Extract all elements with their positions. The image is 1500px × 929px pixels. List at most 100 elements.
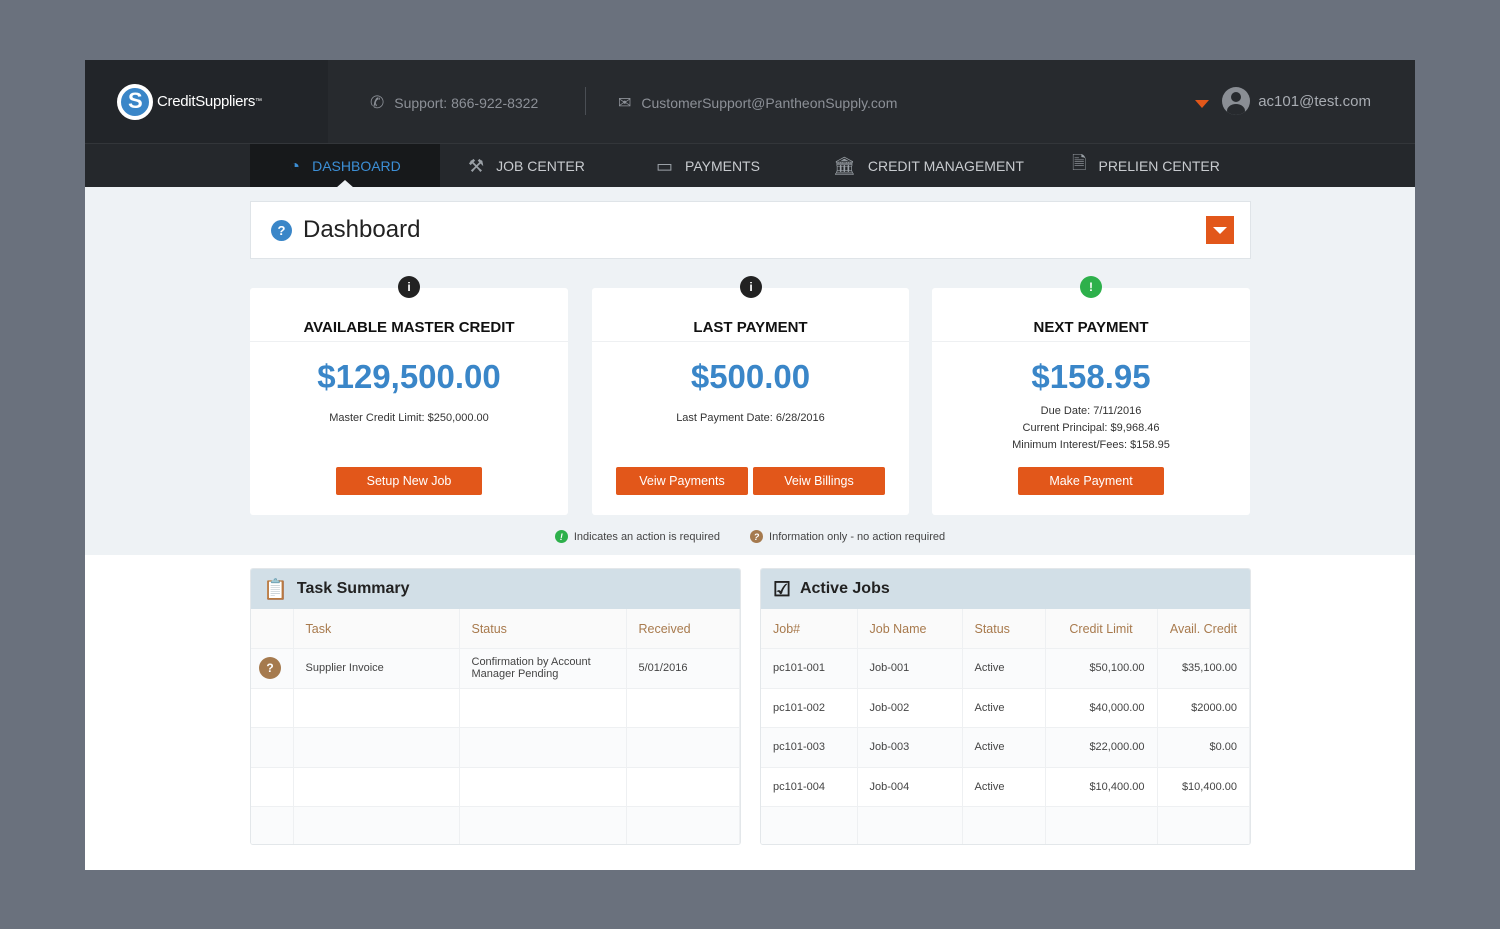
app-window: CreditSuppliers™ ✆Support: 866-922-8322 … (85, 60, 1415, 870)
info-badge-icon: i (740, 276, 762, 298)
task-summary-panel: 📋 Task Summary Task Status Received ? Suppli… (250, 568, 741, 845)
current-principal: Current Principal: $9,968.46 (1022, 422, 1160, 434)
tab-prelien-center[interactable]: 🗎 PRELIEN CENTER (1072, 144, 1220, 188)
job-number[interactable]: pc101-004 (761, 767, 858, 807)
top-bar: CreditSuppliers™ ✆Support: 866-922-8322 … (85, 60, 1415, 143)
page-dropdown-button[interactable] (1206, 216, 1234, 244)
column-header[interactable]: Job# (761, 609, 858, 649)
tab-dashboard[interactable]: ◔ DASHBOARD (250, 144, 440, 188)
job-name: Job-001 (857, 648, 963, 689)
panel-title: Task Summary (296, 580, 410, 597)
status-cell: Confirmation by Account Manager Pending (459, 648, 627, 689)
divider (585, 87, 586, 115)
table-row[interactable]: pc101-001 Job-001 Active $50,100.00 $35,100.… (761, 648, 1250, 689)
job-status: Active (962, 688, 1046, 728)
main-nav: ◔ DASHBOARD ⚒ JOB CENTER ▭ PAYMENTS 🏛 CREDIT… (85, 143, 1415, 188)
speedometer-icon: ◔ (289, 155, 301, 176)
job-status: Active (962, 767, 1046, 807)
card-amount: $129,500.00 (317, 358, 501, 395)
panel-title: Active Jobs (799, 580, 890, 597)
user-menu[interactable]: ac101@test.com (1222, 87, 1371, 115)
job-number[interactable]: pc101-001 (761, 648, 858, 689)
user-email: ac101@test.com (1258, 92, 1371, 110)
table-row[interactable]: pc101-003 Job-003 Active $22,000.00 $0.00 (761, 727, 1250, 768)
support-email[interactable]: ✉ CustomerSupport@PantheonSupply.com (618, 93, 897, 113)
avail-credit: $10,400.00 (1157, 767, 1250, 807)
view-billings-button[interactable]: Veiw Billings (753, 467, 885, 495)
card-detail: Last Payment Date: 6/28/2016 (676, 412, 825, 424)
due-date: Due Date: 7/11/2016 (1040, 405, 1142, 417)
legend-action: Indicates an action is required (573, 530, 721, 543)
table-row[interactable]: ? Supplier Invoice Confirmation by Account… (251, 648, 740, 689)
logo-mark-icon (117, 83, 153, 120)
view-payments-button[interactable]: Veiw Payments (616, 467, 748, 495)
tab-job-center[interactable]: ⚒ JOB CENTER (468, 144, 585, 188)
tab-payments[interactable]: ▭ PAYMENTS (656, 144, 760, 188)
avail-credit: $35,100.00 (1157, 648, 1250, 689)
task-cell: Supplier Invoice (293, 648, 460, 689)
active-jobs-panel: ☑ Active Jobs Job# Job Name Status Credit Li… (760, 568, 1251, 845)
card-detail: Master Credit Limit: $250,000.00 (329, 412, 489, 424)
action-required-icon: ! (554, 530, 568, 543)
setup-new-job-button[interactable]: Setup New Job (336, 467, 482, 495)
legend: ! Indicates an action is required ? Inform… (85, 530, 1415, 543)
logo[interactable]: CreditSuppliers™ (85, 60, 328, 143)
column-header[interactable]: Credit Limit (1045, 609, 1158, 649)
column-header[interactable]: Task (293, 609, 460, 649)
job-name: Job-004 (857, 767, 963, 807)
column-header[interactable]: Status (962, 609, 1046, 649)
info-only-icon: ? (259, 657, 281, 680)
legend-info: Information only - no action required (769, 530, 946, 543)
column-header[interactable]: Received (626, 609, 740, 649)
received-cell: 5/01/2016 (626, 648, 740, 689)
column-header[interactable]: Status (459, 609, 627, 649)
job-number[interactable]: pc101-002 (761, 688, 858, 728)
trademark: ™ (255, 98, 262, 105)
info-only-icon: ? (750, 530, 764, 543)
job-status: Active (962, 727, 1046, 768)
card-amount: $158.95 (1031, 358, 1151, 395)
tab-label: PAYMENTS (685, 158, 760, 174)
action-badge-icon: ! (1080, 276, 1102, 298)
page-header: ? Dashboard (250, 201, 1251, 259)
task-table: Task Status Received ? Supplier Invoice Conf… (251, 609, 740, 844)
support-phone: ✆ Support: 866-922-8322 (370, 93, 538, 113)
tab-label: CREDIT MANAGEMENT (867, 158, 1024, 174)
help-icon[interactable]: ? (271, 219, 292, 241)
tab-label: DASHBOARD (312, 158, 401, 174)
brand-name: CreditSuppliers (157, 93, 256, 110)
bank-icon: 🏛 (833, 155, 856, 176)
column-header[interactable]: Job Name (857, 609, 963, 649)
card-last-payment: i LAST PAYMENT $500.00 Last Payment Date… (592, 276, 909, 515)
phone-icon: ✆ (370, 93, 385, 112)
chevron-down-icon[interactable] (1195, 100, 1209, 108)
credit-limit: $40,000.00 (1045, 688, 1158, 728)
envelope-icon: ✉ (618, 95, 632, 112)
credit-limit: $10,400.00 (1045, 767, 1158, 807)
minimum-interest: Minimum Interest/Fees: $158.95 (1012, 439, 1170, 451)
tools-icon: ⚒ (468, 155, 485, 176)
tab-label: PRELIEN CENTER (1098, 158, 1220, 174)
jobs-table: Job# Job Name Status Credit Limit Avail. Cre… (761, 609, 1250, 844)
credit-limit: $50,100.00 (1045, 648, 1158, 689)
support-email-text: CustomerSupport@PantheonSupply.com (641, 95, 898, 111)
job-name: Job-003 (857, 727, 963, 768)
info-badge-icon: i (398, 276, 420, 298)
avail-credit: $0.00 (1157, 727, 1250, 768)
credit-limit: $22,000.00 (1045, 727, 1158, 768)
job-number[interactable]: pc101-003 (761, 727, 858, 768)
clipboard-check-icon: ☑ (773, 578, 791, 601)
column-header[interactable]: Avail. Credit (1157, 609, 1250, 649)
table-row[interactable]: pc101-004 Job-004 Active $10,400.00 $10,400.… (761, 767, 1250, 807)
tab-label: JOB CENTER (496, 158, 585, 174)
support-phone-text: Support: 866-922-8322 (394, 95, 539, 111)
job-name: Job-002 (857, 688, 963, 728)
make-payment-button[interactable]: Make Payment (1018, 467, 1164, 495)
card-amount: $500.00 (690, 358, 811, 395)
avail-credit: $2000.00 (1157, 688, 1250, 728)
card-available-credit: i AVAILABLE MASTER CREDIT $129,500.00 Ma… (250, 276, 568, 515)
table-row[interactable]: pc101-002 Job-002 Active $40,000.00 $2000.00 (761, 688, 1250, 728)
tab-credit-management[interactable]: 🏛 CREDIT MANAGEMENT (833, 144, 1024, 188)
avatar (1222, 87, 1251, 115)
document-icon: 🗎 (1072, 153, 1087, 173)
